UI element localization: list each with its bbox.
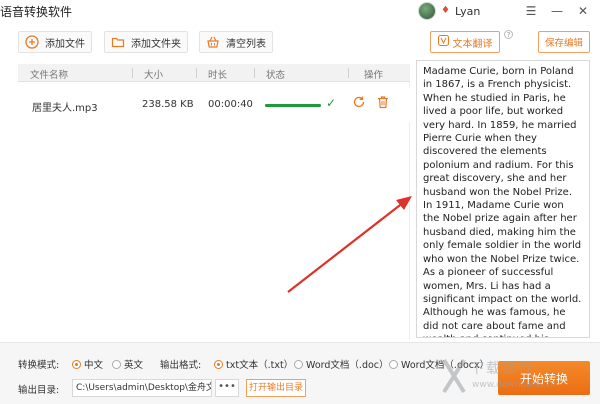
close-icon[interactable]: ✕ [574, 2, 592, 20]
username[interactable]: Lyan [455, 5, 480, 18]
conversion-progress [265, 104, 321, 107]
minimize-icon[interactable]: — [548, 2, 566, 20]
radio-label: 英文 [124, 360, 144, 371]
translate-label: 文本翻译 [452, 38, 493, 50]
menu-icon[interactable]: ☰ [522, 2, 540, 20]
title-bar: 语音转换软件 ♦ Lyan ☰ — ✕ [0, 0, 600, 24]
radio-label: 中文 [84, 360, 104, 371]
save-edit-button[interactable]: 保存编辑 [538, 31, 590, 53]
add-file-button[interactable]: 添加文件 [18, 31, 92, 53]
col-size: 大小 [144, 70, 164, 81]
format-label: 输出格式: [160, 360, 202, 371]
clear-list-button[interactable]: 清空列表 [199, 31, 273, 53]
progress-fill [265, 104, 321, 107]
column-divider[interactable] [132, 68, 133, 78]
help-icon[interactable]: ? [504, 30, 513, 39]
column-divider[interactable] [196, 68, 197, 78]
vip-gem-icon: ♦ [441, 5, 450, 16]
file-duration: 00:00:40 [208, 99, 253, 110]
table-header: 文件名称 大小 时长 状态 操作 [18, 64, 410, 82]
radio-dot [214, 359, 223, 369]
radio-dot [389, 359, 398, 369]
format-radio-txt[interactable]: txt文本（.txt） [214, 357, 293, 371]
output-path-input[interactable]: C:\Users\admin\Desktop\金舟文字 [72, 379, 212, 397]
clear-list-label: 清空列表 [226, 38, 266, 50]
user-avatar[interactable] [418, 2, 436, 20]
file-size: 238.58 KB [142, 99, 194, 110]
open-output-dir-button[interactable]: 打开输出目录 [246, 379, 306, 397]
col-actions: 操作 [364, 70, 384, 81]
start-convert-button[interactable]: 开始转换 [498, 361, 590, 395]
check-icon: ✓ [326, 96, 337, 110]
toolbar: 添加文件 添加文件夹 清空列表 [0, 24, 410, 60]
browse-button[interactable]: ••• [215, 379, 239, 397]
radio-dot [112, 359, 121, 369]
settings-bar: 转换模式: 中文 英文 输出格式: txt文本（.txt） Word文档（.do… [0, 342, 600, 404]
file-name: 居里夫人.mp3 [32, 103, 98, 114]
basket-icon [206, 35, 220, 49]
translate-icon [437, 35, 449, 49]
output-dir-label: 输出目录: [18, 385, 60, 396]
radio-label: Word文档（.docx） [401, 360, 490, 371]
col-duration: 时长 [208, 70, 228, 81]
result-text-area[interactable]: Madame Curie, born in Poland in 1867, is… [416, 60, 590, 338]
radio-dot [294, 359, 303, 369]
radio-label: txt文本（.txt） [226, 360, 294, 371]
add-file-label: 添加文件 [45, 38, 85, 50]
radio-label: Word文档（.doc） [306, 360, 389, 371]
radio-dot [72, 359, 81, 369]
format-radio-doc[interactable]: Word文档（.doc） [294, 357, 389, 371]
refresh-icon[interactable] [352, 95, 368, 111]
trash-icon[interactable] [376, 95, 392, 111]
app-title: 语音转换软件 [0, 5, 73, 19]
folder-icon [111, 35, 125, 49]
mode-label: 转换模式: [18, 360, 60, 371]
column-divider[interactable] [254, 68, 255, 78]
col-filename: 文件名称 [30, 70, 69, 81]
col-status: 状态 [266, 70, 286, 81]
add-folder-button[interactable]: 添加文件夹 [104, 31, 188, 53]
table-row[interactable]: 居里夫人.mp3 238.58 KB 00:00:40 ✓ [18, 88, 410, 122]
add-folder-label: 添加文件夹 [131, 38, 181, 50]
add-circle-icon [25, 35, 39, 49]
column-divider[interactable] [348, 68, 349, 78]
text-translate-button[interactable]: 文本翻译 [430, 31, 500, 53]
format-radio-docx[interactable]: Word文档（.docx） [389, 357, 489, 371]
mode-radio-chinese[interactable]: 中文 [72, 357, 103, 371]
mode-radio-english[interactable]: 英文 [112, 357, 143, 371]
right-panel-header: 文本翻译 ? 保存编辑 [416, 24, 600, 60]
